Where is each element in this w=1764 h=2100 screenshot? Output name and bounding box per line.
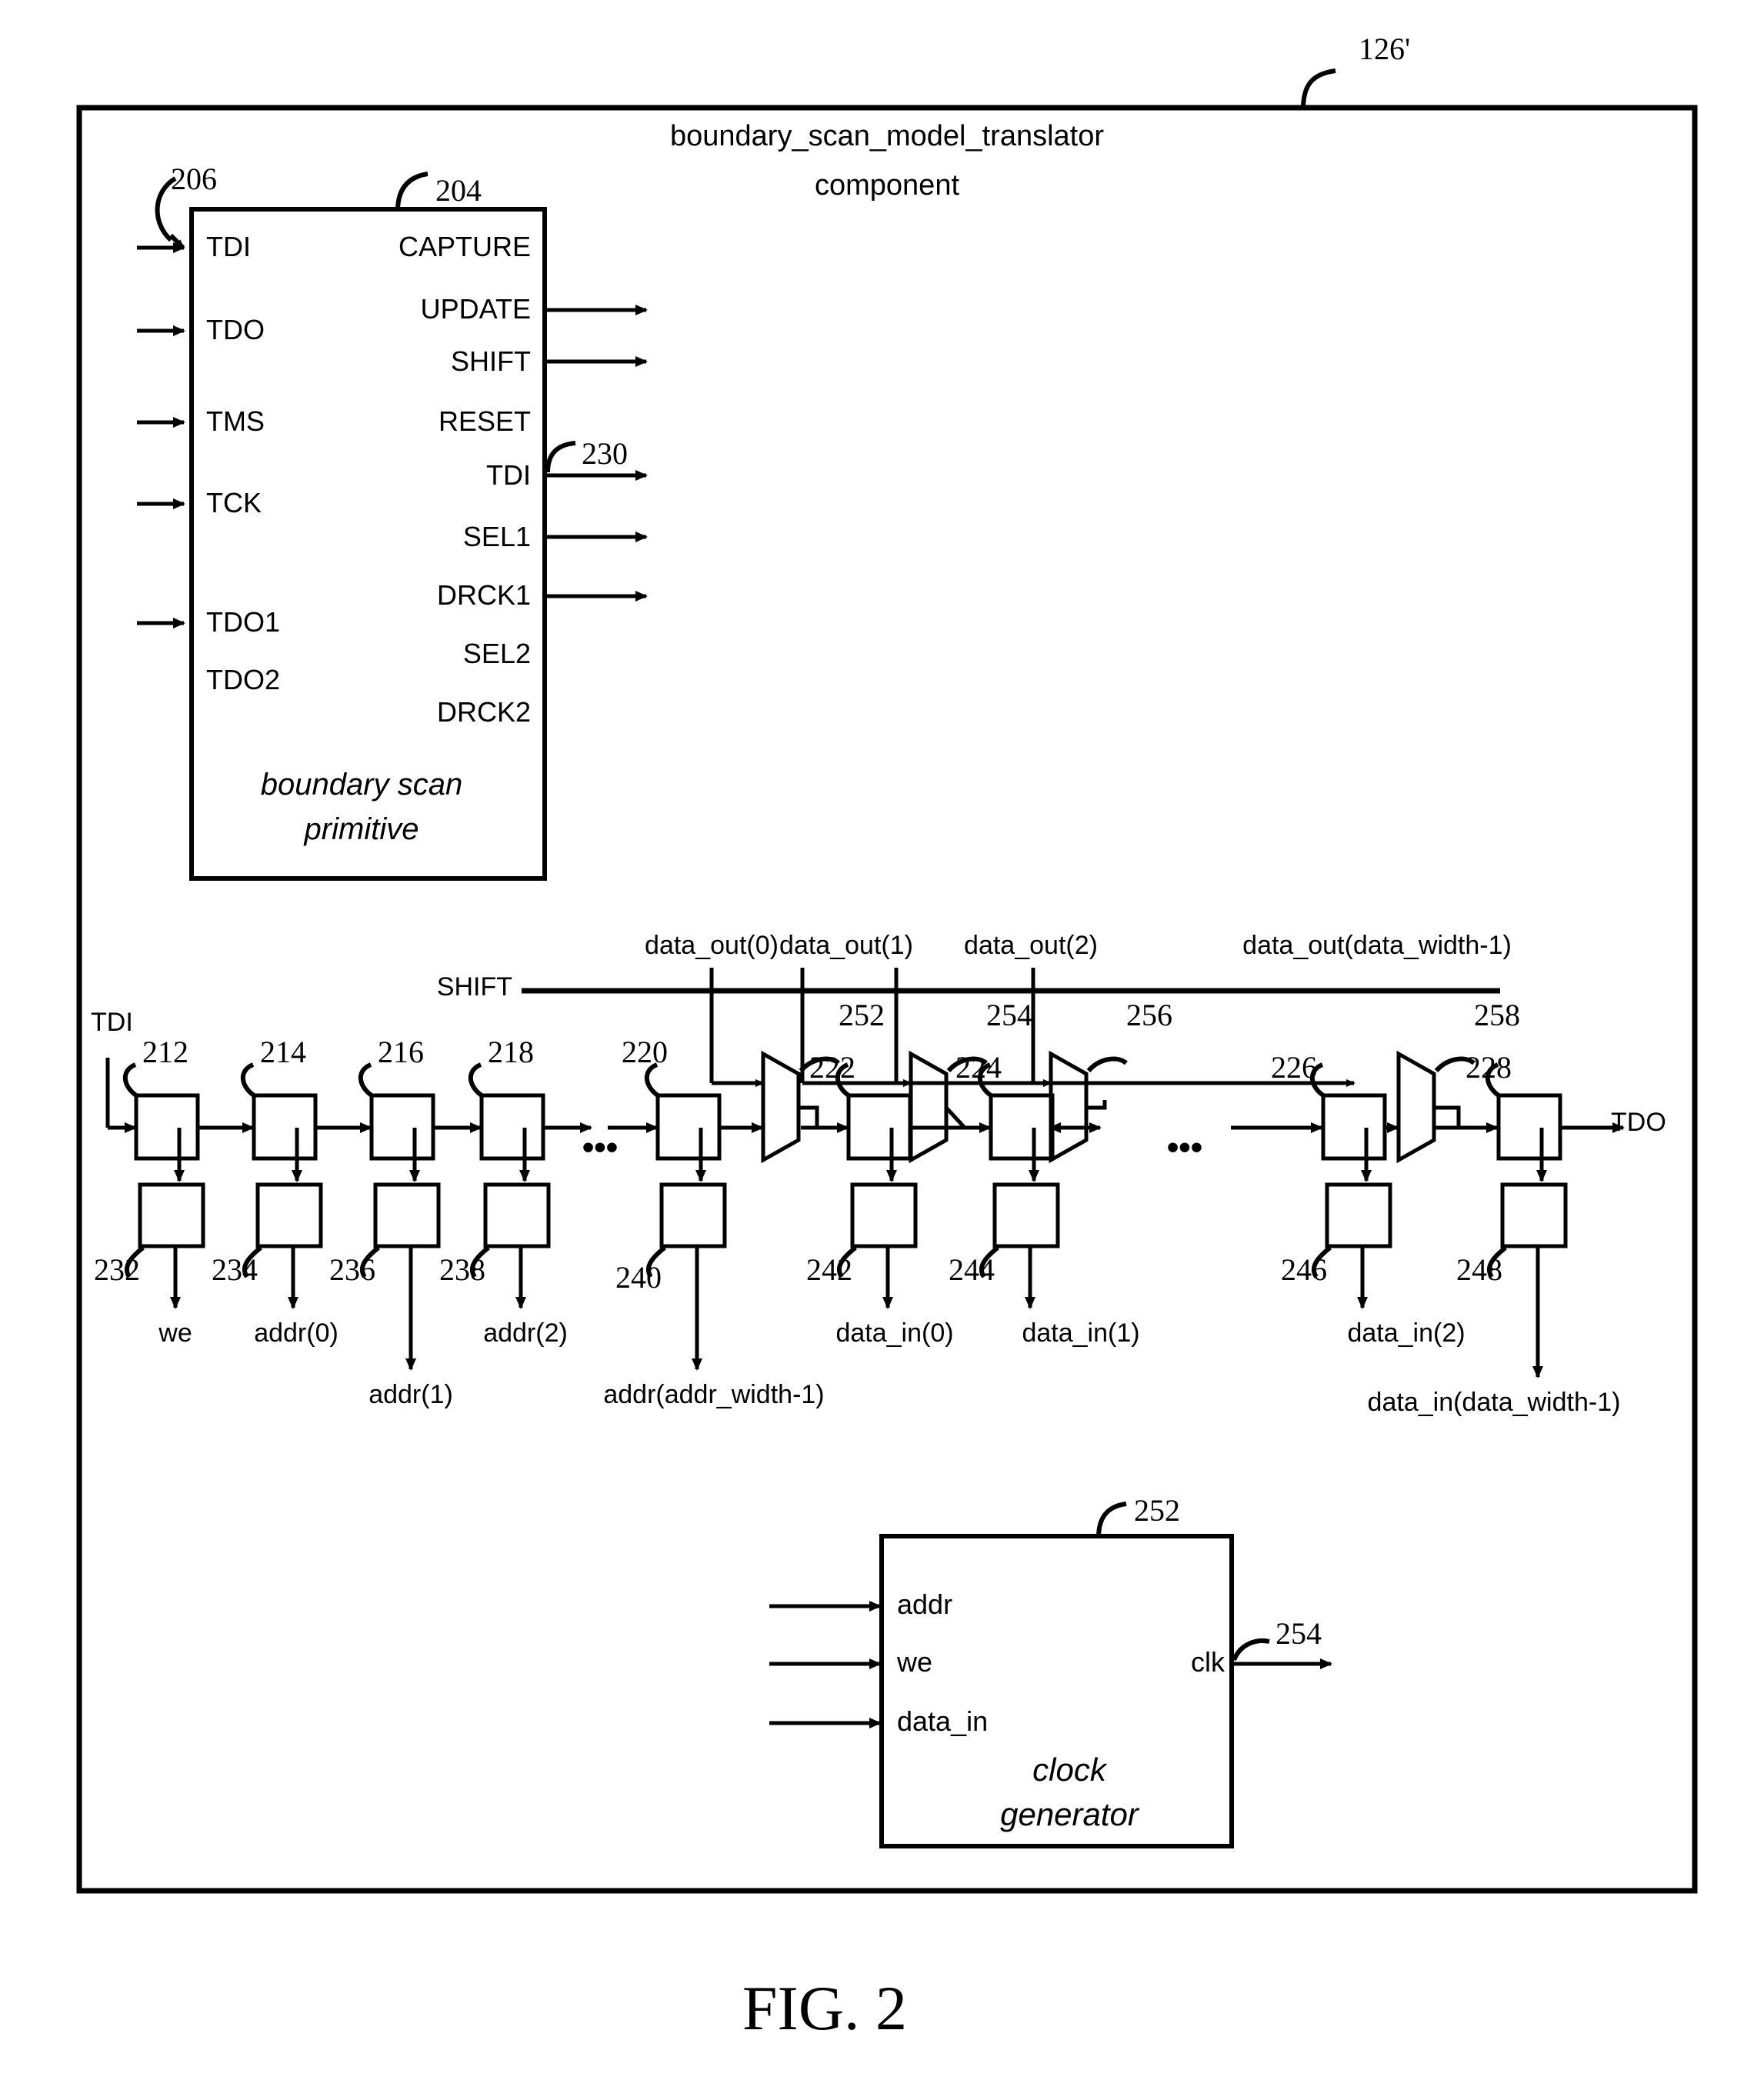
latch-ref-236: 236 [329,1252,375,1287]
data-out-label-1: data_out(1) [779,931,913,960]
chain-output-label: TDO [1611,1108,1666,1137]
cell-ref-218: 218 [488,1035,534,1069]
clockgen-caption-line2: generator [1000,1796,1139,1832]
cell-ref-226: 226 [1271,1050,1317,1085]
pin-left-tms: TMS [206,405,265,437]
pin-right-sel1: SEL1 [462,521,531,552]
pin-left-tdo1: TDO1 [206,606,281,638]
component-title-line1: boundary_scan_model_translator [669,120,1105,152]
clockgen-output-clk: clk [1191,1646,1225,1678]
pin-right-reset: RESET [438,405,531,437]
cell-ref-224: 224 [955,1050,1002,1085]
figure-sheet: 126' boundary_scan_model_translator comp… [0,0,1764,2100]
chain-ellipsis-left: ••• [582,1128,619,1166]
latch-ref-246: 246 [1281,1252,1327,1287]
pin-right-drck2: DRCK2 [436,696,531,728]
pin-left-tdo: TDO [206,314,265,345]
primitive-caption-line2: primitive [304,812,419,846]
pin-left-tck: TCK [206,487,262,518]
clock-output-ref: 254 [1275,1616,1322,1651]
output-signal-addr2: addr(2) [483,1318,568,1348]
latch-ref-232: 232 [94,1252,140,1287]
output-signal-datain0: data_in(0) [835,1318,954,1348]
output-signal-datain1: data_in(1) [1022,1318,1140,1348]
output-signal-addr0: addr(0) [254,1318,338,1348]
clock-generator-ref: 252 [1134,1493,1180,1528]
data-out-label-2: data_out(2) [964,931,1098,960]
cell-ref-214: 214 [260,1035,306,1069]
shift-bus-label: SHIFT [436,972,512,1002]
primitive-block-ref: 204 [435,173,482,208]
pin-right-capture: CAPTURE [398,231,531,262]
clockgen-caption-line1: clock [1032,1752,1106,1788]
tdi-out-ref: 230 [582,436,628,471]
output-signal-datain-msb: data_in(data_width-1) [1367,1388,1621,1417]
latch-ref-244: 244 [949,1252,995,1287]
clockgen-input-data-in: data_in [897,1705,989,1737]
latch-ref-242: 242 [806,1252,852,1287]
pin-right-shift: SHIFT [451,345,531,377]
outer-frame-ref: 126' [1359,32,1411,66]
output-signal-datain2: data_in(2) [1347,1318,1466,1348]
output-signal-addr1: addr(1) [368,1380,453,1409]
latch-ref-240: 240 [615,1260,662,1295]
data-out-label-0: data_out(0) [645,931,779,960]
pin-right-update: UPDATE [420,293,531,325]
clockgen-input-we: we [897,1646,933,1678]
mux-ref-252: 252 [839,998,885,1032]
data-out-label-msb: data_out(data_width-1) [1242,931,1512,960]
output-signal-addr-msb: addr(addr_width-1) [603,1380,825,1409]
output-signal-we: we [158,1318,192,1348]
cell-ref-228: 228 [1466,1050,1512,1085]
mux-ref-256: 256 [1126,998,1172,1032]
chain-ellipsis-right: ••• [1166,1128,1203,1166]
cell-ref-222: 222 [809,1050,855,1085]
pin-right-drck1: DRCK1 [436,579,531,611]
mux-ref-254: 254 [986,998,1032,1032]
pin-right-tdi: TDI [486,459,531,491]
clockgen-input-addr: addr [897,1588,953,1620]
latch-ref-238: 238 [439,1252,485,1287]
input-arrow-ref: 206 [171,162,217,196]
cell-ref-216: 216 [378,1035,424,1069]
latch-ref-234: 234 [212,1252,258,1287]
primitive-caption-line1: boundary scan [260,768,463,802]
component-title-line2: component [814,169,960,202]
pin-right-sel2: SEL2 [462,638,531,669]
chain-input-label: TDI [91,1008,133,1037]
pin-left-tdo2: TDO2 [206,664,281,695]
cell-ref-212: 212 [142,1035,188,1069]
mux-ref-258: 258 [1474,998,1520,1032]
figure-caption: FIG. 2 [742,1973,908,2043]
cell-ref-220: 220 [622,1035,668,1069]
latch-ref-248: 248 [1456,1252,1502,1287]
pin-left-tdi: TDI [206,231,251,262]
